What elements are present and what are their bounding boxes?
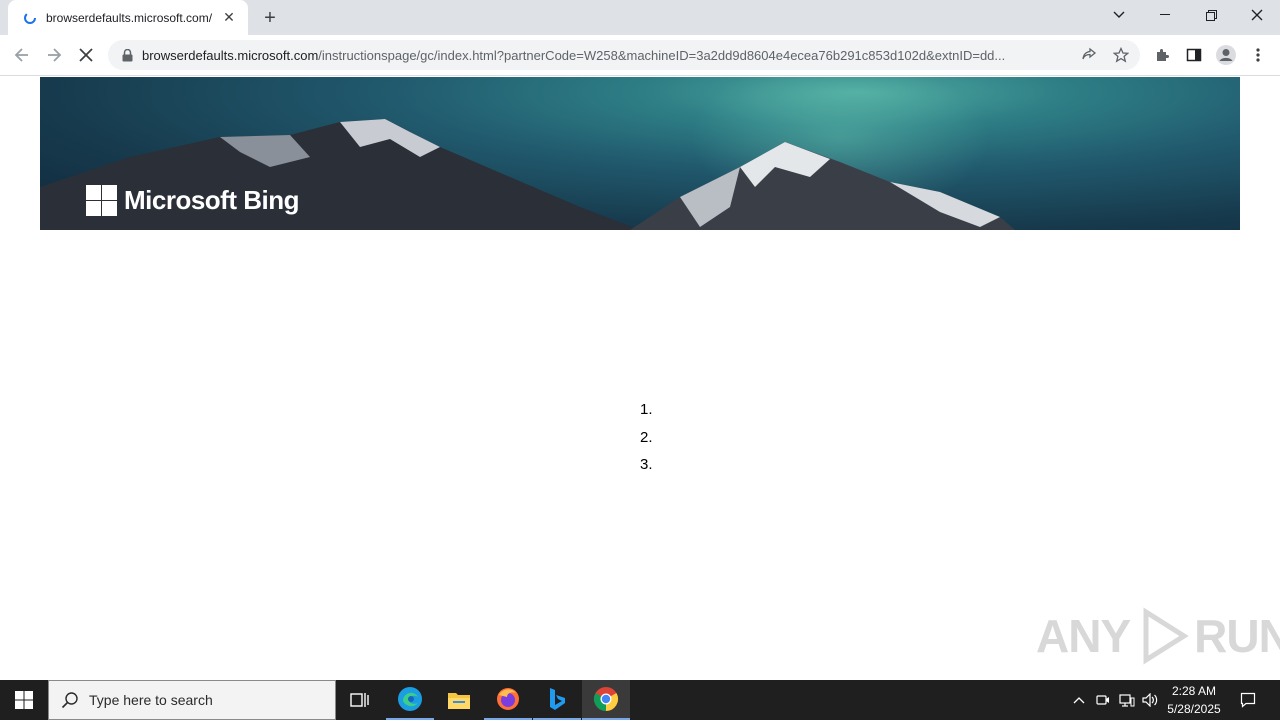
camera-icon: [1096, 695, 1109, 705]
taskbar-edge[interactable]: [386, 680, 434, 720]
stop-loading-button[interactable]: [72, 41, 100, 69]
network-button[interactable]: [1116, 680, 1138, 720]
clock-date: 5/28/2025: [1167, 702, 1221, 716]
browser-toolbar: browserdefaults.microsoft.com/instructio…: [0, 35, 1280, 76]
taskbar-firefox[interactable]: [484, 680, 532, 720]
extensions-puzzle-icon[interactable]: [1148, 41, 1176, 69]
profile-avatar-icon[interactable]: [1212, 41, 1240, 69]
url-host: browserdefaults.microsoft.com: [142, 47, 319, 63]
windows-logo-icon: [15, 691, 33, 709]
close-window-button[interactable]: [1234, 0, 1280, 30]
windows-taskbar: Type here to search 2:28 AM 5/28/2025: [0, 680, 1280, 720]
url-path: /instructionspage/gc/index.html?partnerC…: [318, 47, 1006, 63]
tab-close-icon[interactable]: ✕: [220, 9, 238, 27]
url-text[interactable]: browserdefaults.microsoft.com/instructio…: [142, 48, 1077, 63]
show-hidden-icons-button[interactable]: [1068, 680, 1090, 720]
instruction-steps-list: 1. 2. 3.: [640, 398, 653, 481]
tab-title: browserdefaults.microsoft.com/: [46, 10, 213, 25]
meet-now-button[interactable]: [1092, 680, 1114, 720]
microsoft-logo-icon: [86, 185, 117, 216]
folder-icon: [448, 693, 470, 709]
chevron-up-icon: [1073, 697, 1085, 704]
network-icon: [1119, 694, 1135, 707]
speaker-icon: [1142, 693, 1158, 707]
share-icon[interactable]: [1078, 44, 1100, 66]
watermark-left-text: ANY: [1036, 610, 1131, 662]
system-clock[interactable]: 2:28 AM 5/28/2025: [1162, 682, 1226, 718]
restore-button[interactable]: [1188, 0, 1234, 30]
chrome-menu-icon[interactable]: [1244, 41, 1272, 69]
task-view-icon: [350, 693, 369, 707]
logo-text: Microsoft Bing: [124, 185, 300, 215]
task-view-button[interactable]: [336, 680, 384, 720]
microsoft-bing-logo: Microsoft Bing: [86, 185, 300, 216]
anyrun-watermark: ANY RUN: [1036, 606, 1280, 666]
taskbar-chrome[interactable]: [582, 680, 630, 720]
taskbar-search-box[interactable]: Type here to search: [48, 680, 336, 720]
start-button[interactable]: [0, 680, 48, 720]
bing-icon: [550, 688, 565, 710]
volume-button[interactable]: [1140, 680, 1162, 720]
bookmark-star-icon[interactable]: [1110, 44, 1132, 66]
new-tab-button[interactable]: +: [258, 6, 282, 30]
search-icon: [61, 692, 78, 709]
list-item: 3.: [640, 456, 653, 473]
taskbar-bing[interactable]: [533, 680, 581, 720]
clock-time: 2:28 AM: [1171, 684, 1217, 698]
firefox-icon: [497, 688, 519, 710]
back-button[interactable]: [8, 41, 36, 69]
lock-icon[interactable]: [120, 48, 134, 62]
taskbar-file-explorer[interactable]: [435, 680, 483, 720]
tab-search-icon[interactable]: [1096, 0, 1142, 30]
watermark-right-text: RUN: [1194, 610, 1280, 662]
notification-icon: [1240, 692, 1256, 708]
edge-icon: [398, 687, 422, 711]
play-logo-icon: [1143, 607, 1189, 665]
side-panel-icon[interactable]: [1180, 41, 1208, 69]
list-item: 1.: [640, 401, 653, 418]
address-bar[interactable]: browserdefaults.microsoft.com/instructio…: [108, 40, 1140, 70]
minimize-button[interactable]: [1142, 0, 1188, 30]
list-item: 2.: [640, 428, 653, 446]
chrome-icon: [593, 687, 619, 711]
notification-center-button[interactable]: [1232, 680, 1264, 720]
forward-button[interactable]: [40, 41, 68, 69]
header-banner: Microsoft Bing: [40, 77, 1240, 230]
loading-favicon-icon: [22, 10, 38, 26]
search-placeholder: Type here to search: [89, 692, 213, 708]
tab-strip: browserdefaults.microsoft.com/ ✕ +: [0, 0, 1280, 35]
browser-tab[interactable]: browserdefaults.microsoft.com/ ✕: [8, 0, 248, 35]
